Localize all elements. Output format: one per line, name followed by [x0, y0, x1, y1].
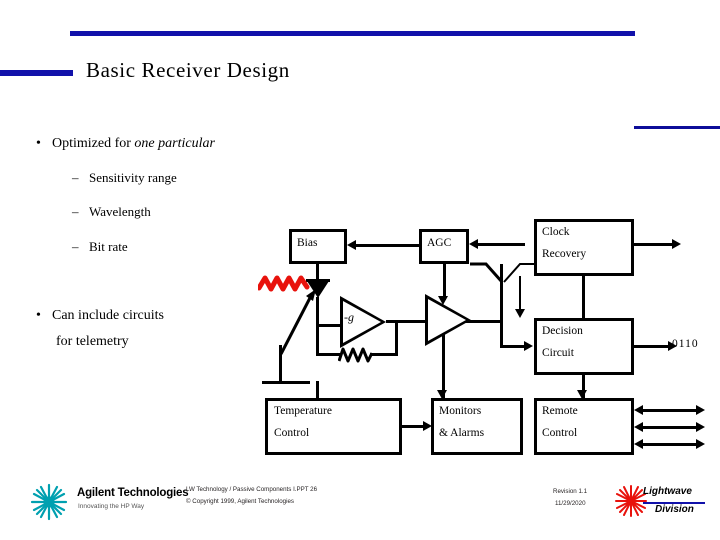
wire-temp-to-monitors: [402, 425, 425, 428]
wire-amp-input: [316, 324, 342, 327]
block-clock-recovery-label-line1: Clock: [542, 226, 570, 238]
wire-bus-to-clock: [478, 243, 525, 246]
bullet-emphasis: one particular: [134, 136, 215, 151]
callout-pointer-line: [279, 289, 316, 355]
block-temperature-control-label-line1: Temperature: [274, 405, 332, 417]
arrow-bus-to-decision: [524, 341, 533, 351]
wire-remote-link-1: [640, 409, 698, 412]
amplifier-agc-fill: [428, 299, 466, 341]
arrow-agc-to-bias: [347, 240, 356, 250]
block-remote-control-label-line2: Control: [542, 427, 578, 439]
bullet-marker: –: [72, 170, 79, 185]
bullet-wavelength: – Wavelength: [72, 204, 151, 220]
block-temperature-control-label-line2: Control: [274, 427, 310, 439]
arrow-remote-in-2: [634, 422, 643, 432]
wire-remote-link-2: [640, 426, 698, 429]
arrow-agc-control: [438, 296, 448, 305]
bullet-for-telemetry: for telemetry: [56, 334, 129, 350]
lightwave-division-line1: Lightwave: [643, 486, 692, 497]
arrow-clock-to-decision: [515, 309, 525, 318]
arrow-remote-out-1: [696, 405, 705, 415]
block-monitors-alarms-label-line2: & Alarms: [439, 427, 485, 439]
arrow-clock-output: [672, 239, 681, 249]
agilent-company-name: Agilent Technologies: [77, 487, 189, 499]
wire-clock-feedback-diagonal: [503, 263, 536, 283]
agilent-tagline: Innovating the HP Way: [78, 503, 145, 510]
slide-canvas: Basic Receiver Design • Optimized for one…: [0, 0, 720, 540]
bullet-bit-rate: – Bit rate: [72, 239, 128, 255]
footer-date: 11/29/2020: [555, 500, 586, 507]
wire-temp-to-diode: [316, 381, 319, 399]
bullet-marker: •: [36, 136, 41, 151]
arrow-remote-in-1: [634, 405, 643, 415]
bullet-marker: –: [72, 239, 79, 254]
wire-ground-rail: [262, 381, 310, 384]
wire-bias-to-photodiode: [316, 264, 319, 280]
arrow-remote-out-3: [696, 439, 705, 449]
wire-bus-drop: [500, 320, 503, 345]
wire-remote-link-3: [640, 443, 698, 446]
wire-agc-control: [443, 264, 446, 300]
bullet-text: Bit rate: [89, 239, 128, 254]
bullet-text: Wavelength: [89, 204, 151, 219]
title-accent-rule: [0, 70, 73, 76]
block-decision-circuit-label-line1: Decision: [542, 325, 583, 337]
block-bias-label: Bias: [297, 237, 318, 249]
bullet-text: Can include circuits: [52, 308, 164, 323]
wire-feedback-bottom-right: [370, 353, 398, 356]
feedback-resistor-icon: [338, 347, 374, 363]
wire-clock-output: [634, 243, 674, 246]
bullet-optimized-for: • Optimized for one particular: [36, 136, 215, 152]
page-title: Basic Receiver Design: [86, 58, 290, 82]
bullet-text: Sensitivity range: [89, 170, 177, 185]
arrow-remote-out-2: [696, 422, 705, 432]
bullet-can-include-circuits: • Can include circuits: [36, 308, 164, 324]
data-output-label: 0110: [672, 338, 699, 350]
wire-feedback-left: [316, 324, 319, 356]
wire-feedback-right: [395, 320, 398, 356]
block-clock-recovery-label-line2: Recovery: [542, 248, 587, 260]
block-remote-control-label-line1: Remote: [542, 405, 578, 417]
footer-source-line-1: LW Technology / Passive Components I.PPT…: [186, 486, 318, 493]
bullet-marker: •: [36, 308, 41, 323]
top-accent-rule: [70, 31, 635, 36]
amplifier-gain-label: -g: [344, 310, 354, 324]
block-monitors-alarms-label-line1: Monitors: [439, 405, 482, 417]
wire-bus-to-decision: [500, 345, 527, 348]
lightwave-division-line2: Division: [655, 504, 694, 515]
block-agc-label: AGC: [427, 237, 452, 249]
right-accent-rule: [634, 126, 720, 129]
wire-callout-stem: [279, 345, 282, 384]
bullet-marker: –: [72, 204, 79, 219]
bullet-sensitivity-range: – Sensitivity range: [72, 170, 177, 186]
block-decision-circuit-label-line2: Circuit: [542, 347, 574, 359]
agilent-logo-icon: [30, 483, 68, 521]
arrow-bus-to-agc: [469, 239, 478, 249]
wire-decision-output: [634, 345, 670, 348]
bullet-text: Optimized for: [52, 136, 135, 151]
footer-revision: Revision 1.1: [553, 488, 588, 495]
bullet-text: for telemetry: [56, 334, 129, 349]
arrow-remote-in-3: [634, 439, 643, 449]
wire-agc-to-bias: [356, 244, 419, 247]
footer-copyright-line: © Copyright 1999, Agilent Technologies: [186, 498, 294, 505]
